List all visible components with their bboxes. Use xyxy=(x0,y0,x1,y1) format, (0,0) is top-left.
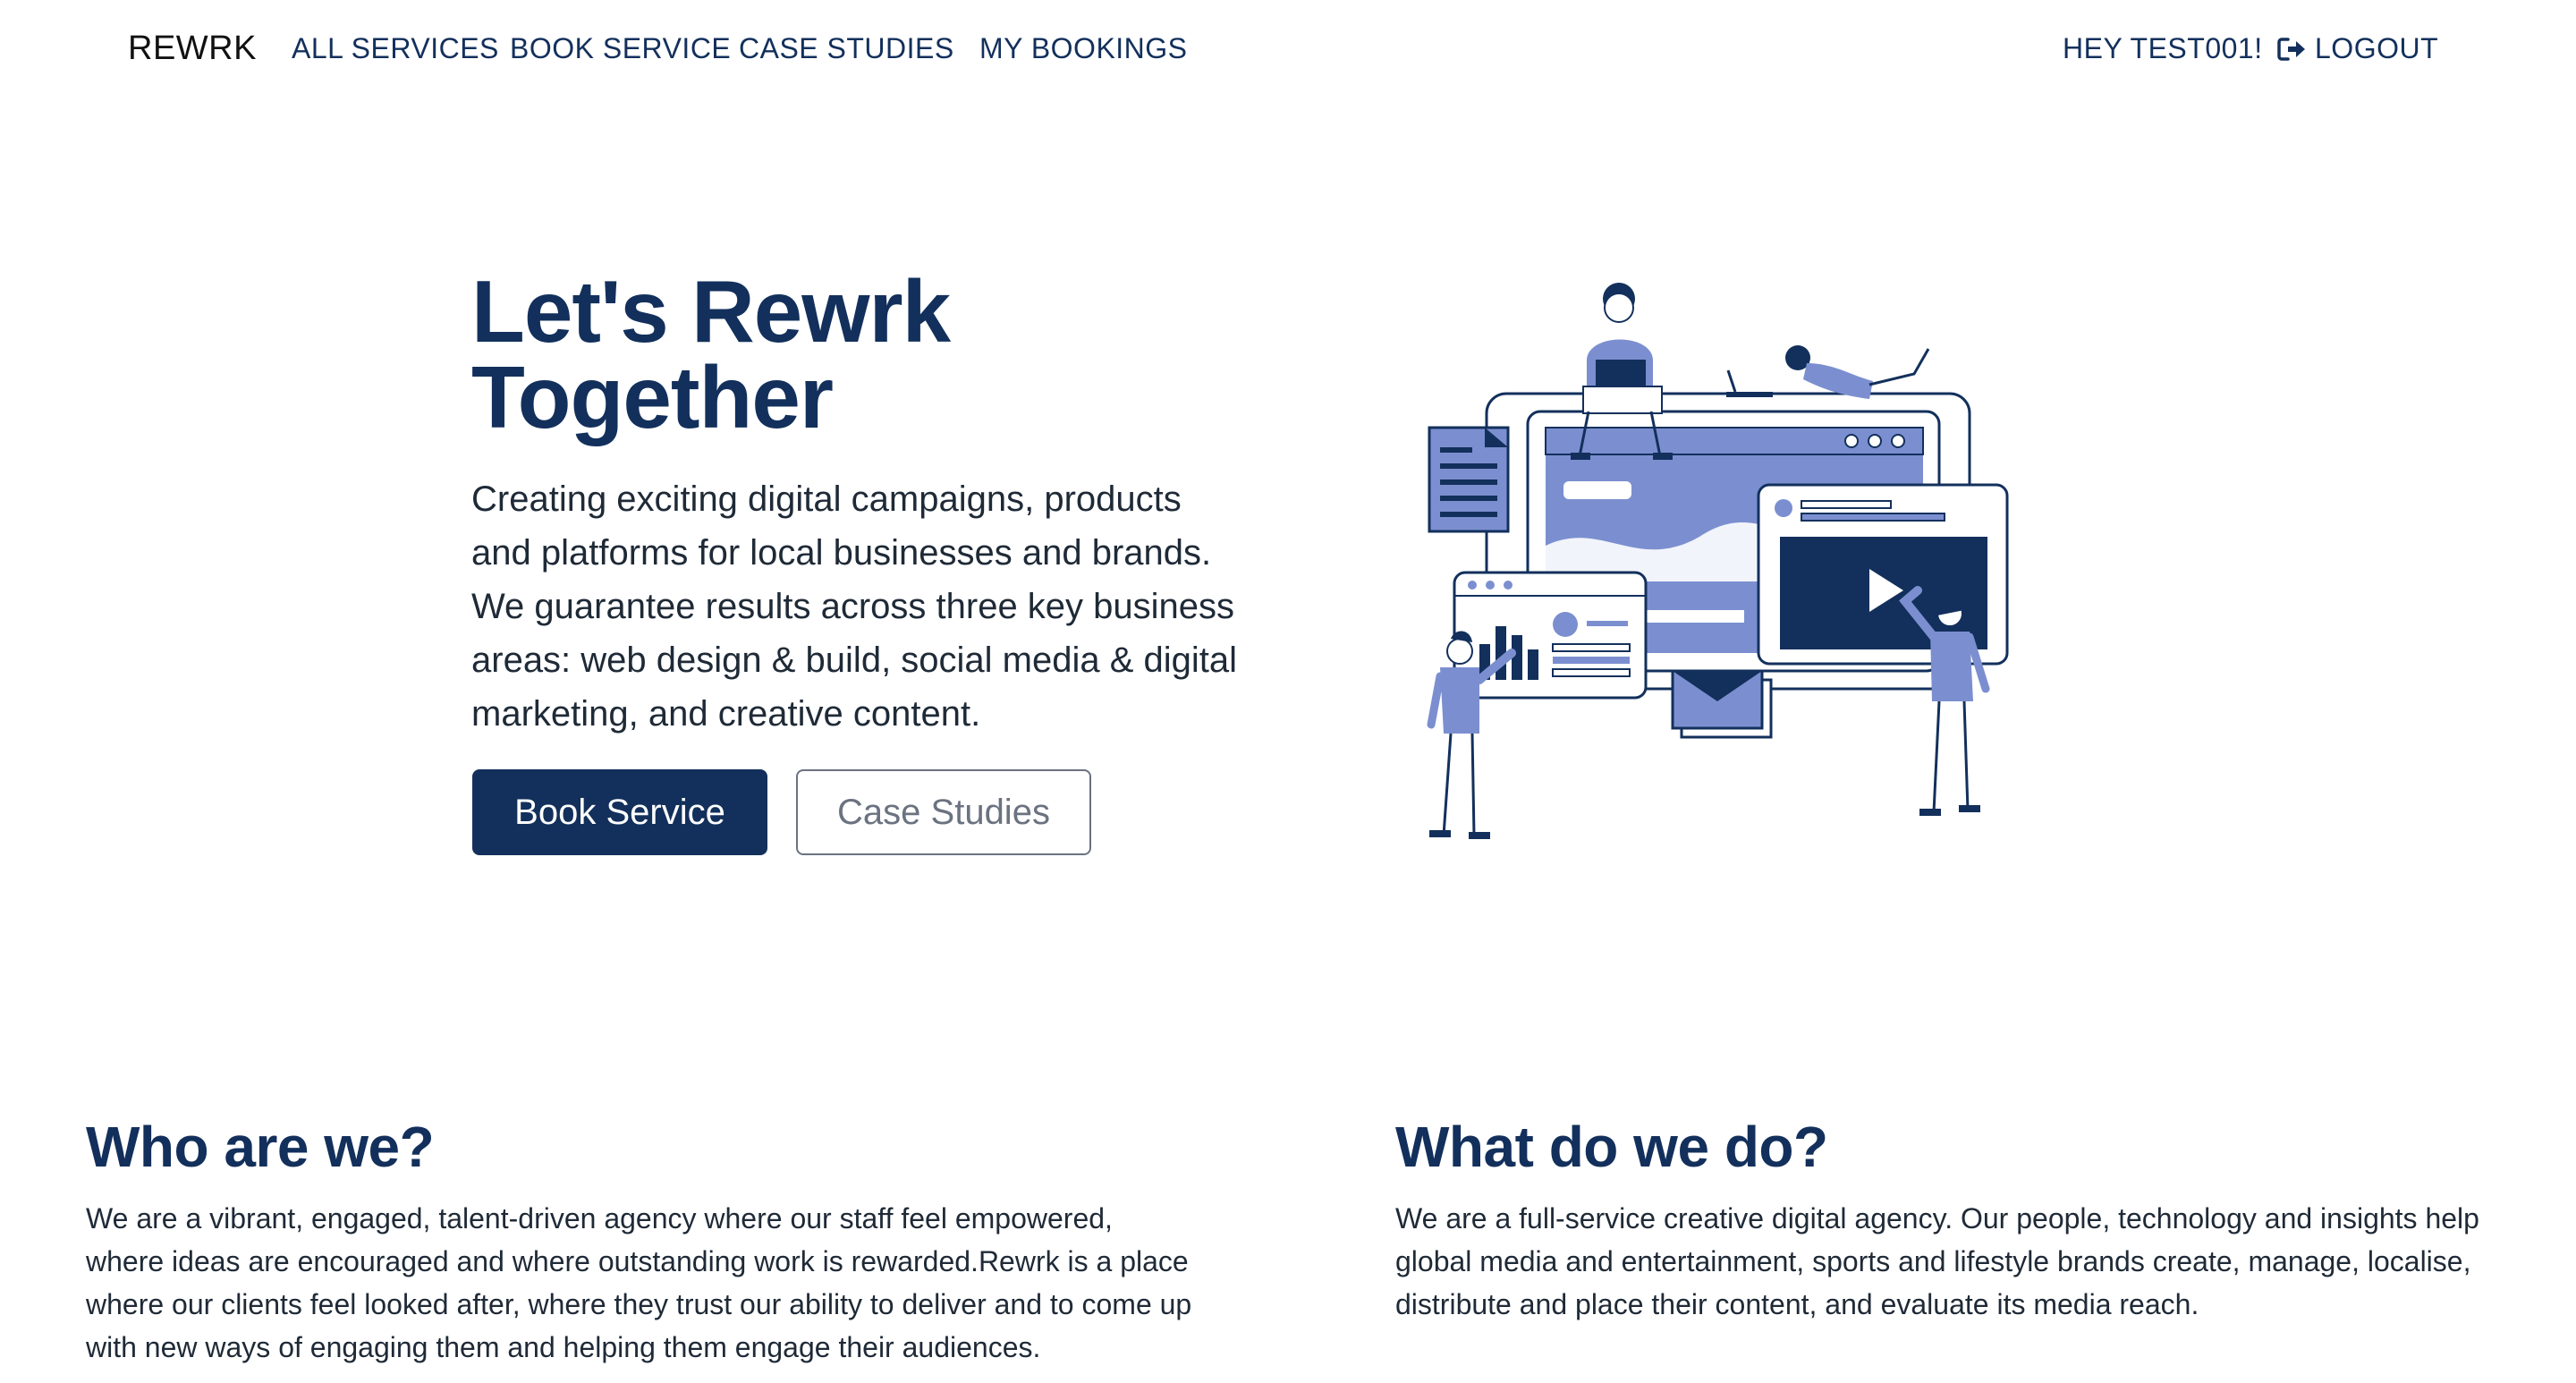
nav-all-services[interactable]: ALL SERVICES xyxy=(292,32,499,65)
hero-title-line1: Let's Rewrk xyxy=(471,262,951,361)
book-service-button[interactable]: Book Service xyxy=(472,769,767,855)
hero-illustration xyxy=(1427,283,2009,839)
nav-my-bookings[interactable]: MY BOOKINGS xyxy=(979,32,1188,65)
what-we-do-title: What do we do? xyxy=(1395,1115,1828,1179)
user-greeting: HEY TEST001! xyxy=(2063,32,2263,64)
brand-logo[interactable]: REWRK xyxy=(128,30,257,68)
logout-label: LOGOUT xyxy=(2315,32,2439,64)
logout-link[interactable]: LOGOUT xyxy=(2277,32,2438,65)
nav-book-service[interactable]: BOOK SERVICE xyxy=(510,32,731,65)
hero-title: Let's Rewrk Together xyxy=(471,267,1008,441)
who-are-we-body: We are a vibrant, engaged, talent-driven… xyxy=(86,1202,1192,1363)
nav-case-studies[interactable]: CASE STUDIES xyxy=(739,32,954,65)
navbar: REWRK ALL SERVICES BOOK SERVICE CASE STU… xyxy=(0,0,2576,102)
page: REWRK ALL SERVICES BOOK SERVICE CASE STU… xyxy=(0,0,2576,1383)
who-are-we-title: Who are we? xyxy=(86,1115,435,1179)
hero-title-line2: Together xyxy=(471,348,834,446)
case-studies-button[interactable]: Case Studies xyxy=(796,769,1091,855)
what-we-do-body: We are a full-service creative digital a… xyxy=(1395,1202,2479,1320)
hero-description: Creating exciting digital campaigns, pro… xyxy=(471,479,1238,734)
sign-out-icon xyxy=(2277,37,2305,61)
